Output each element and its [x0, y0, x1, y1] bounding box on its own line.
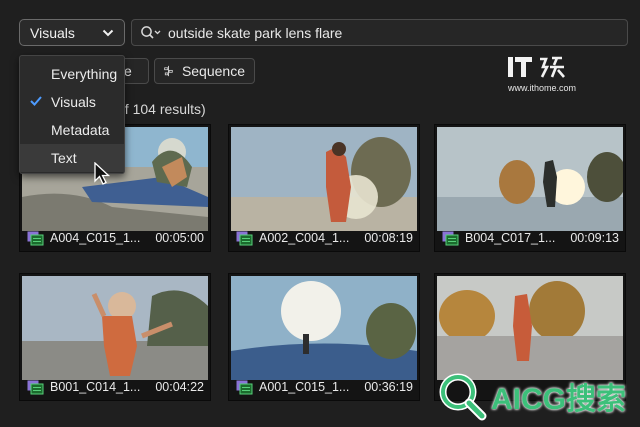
logo-mark	[508, 55, 588, 79]
clip-thumbnail	[231, 127, 417, 231]
clip-icon	[27, 380, 44, 394]
search-options-icon[interactable]	[140, 25, 162, 41]
search-field[interactable]	[131, 19, 628, 46]
clip-duration: 00:05:00	[155, 231, 204, 245]
mouse-pointer-icon	[94, 162, 110, 185]
search-mode-menu: Everything Visuals Metadata Text	[19, 55, 125, 174]
clip-tile[interactable]: B004_C017_1... 00:09:13	[434, 124, 626, 252]
chevron-down-icon	[102, 29, 114, 37]
sequence-filter-button[interactable]: Sequence	[154, 58, 255, 84]
clip-tile[interactable]: A002_C004_1... 00:08:19	[228, 124, 420, 252]
magnifier-logo-icon	[439, 373, 487, 421]
menu-item-everything[interactable]: Everything	[20, 60, 124, 88]
sequence-icon	[164, 65, 173, 77]
clip-duration: 00:08:19	[364, 231, 413, 245]
clip-caption: B001_C014_1... 00:04:22	[27, 378, 204, 396]
logo-chinese-glyph	[540, 56, 565, 78]
clip-thumbnail	[22, 276, 208, 380]
clip-icon	[236, 231, 253, 245]
search-mode-select[interactable]: Visuals	[19, 19, 125, 46]
search-input[interactable]	[168, 24, 468, 41]
sequence-filter-label: Sequence	[181, 63, 245, 79]
clip-caption: A002_C004_1... 00:08:19	[236, 229, 413, 247]
logo-caption: www.ithome.com	[508, 83, 577, 93]
results-count: of 104 results)	[117, 101, 206, 117]
clip-tile[interactable]: A001_C015_1... 00:36:19	[228, 273, 420, 401]
menu-item-label: Text	[51, 150, 77, 166]
clip-name: A002_C004_1...	[259, 231, 350, 245]
menu-item-label: Everything	[51, 66, 118, 82]
clip-icon	[27, 231, 44, 245]
menu-item-label: Visuals	[51, 94, 96, 110]
menu-item-visuals[interactable]: Visuals	[20, 88, 124, 116]
clip-name: B004_C017_1...	[465, 231, 556, 245]
clip-duration: 00:36:19	[364, 380, 413, 394]
clip-name: A004_C015_1...	[50, 231, 141, 245]
watermark-text: AICG搜索	[491, 383, 626, 416]
clip-duration: 00:09:13	[570, 231, 619, 245]
clip-thumbnail	[231, 276, 417, 380]
clip-thumbnail	[437, 127, 623, 231]
clip-icon	[236, 380, 253, 394]
search-mode-label: Visuals	[30, 24, 75, 41]
checkmark-icon	[30, 96, 42, 106]
clip-caption: A004_C015_1... 00:05:00	[27, 229, 204, 247]
clip-icon	[442, 231, 459, 245]
aicg-watermark: AICG搜索	[437, 365, 629, 427]
ithome-logo: www.ithome.com	[508, 55, 588, 101]
clip-caption: A001_C015_1... 00:36:19	[236, 378, 413, 396]
clip-name: A001_C015_1...	[259, 380, 350, 394]
clip-caption: B004_C017_1... 00:09:13	[442, 229, 619, 247]
clip-duration: 00:04:22	[155, 380, 204, 394]
clip-tile[interactable]: B001_C014_1... 00:04:22	[19, 273, 211, 401]
logo-it-glyph	[508, 57, 532, 77]
menu-item-label: Metadata	[51, 122, 110, 138]
clip-name: B001_C014_1...	[50, 380, 141, 394]
menu-item-metadata[interactable]: Metadata	[20, 116, 124, 144]
